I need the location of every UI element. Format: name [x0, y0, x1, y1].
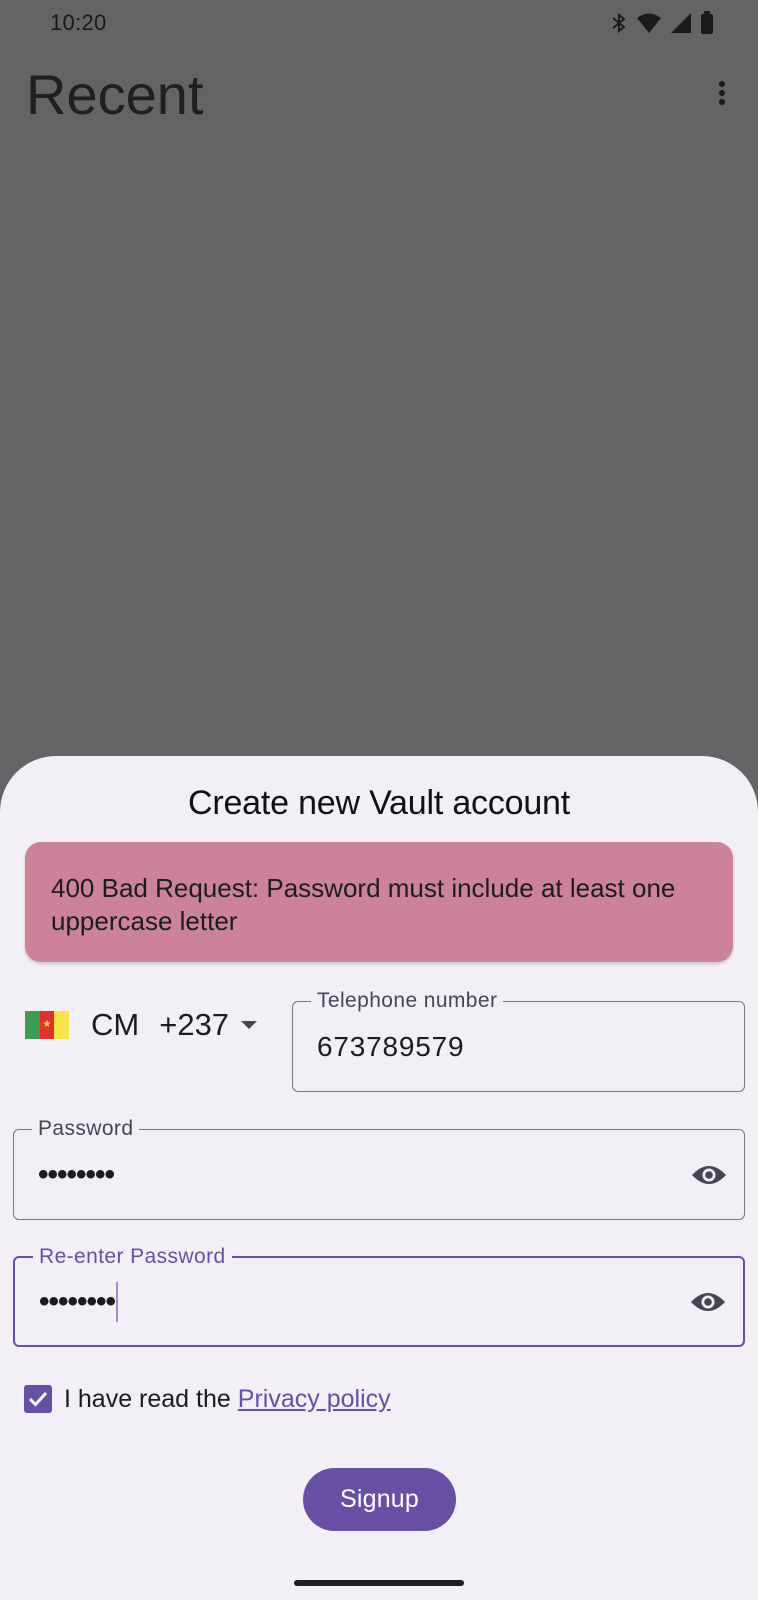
privacy-consent: I have read the Privacy policy: [24, 1384, 391, 1414]
signup-bottom-sheet: Create new Vault account 400 Bad Request…: [0, 756, 758, 1600]
reenter-password-value-wrap: ••••••••: [39, 1258, 119, 1345]
privacy-policy-link[interactable]: Privacy policy: [238, 1385, 391, 1414]
status-bar: 10:20: [0, 0, 758, 46]
password-field[interactable]: Password ••••••••: [13, 1117, 745, 1220]
telephone-number-field[interactable]: Telephone number 673789579: [292, 989, 745, 1092]
consent-text: I have read the: [64, 1384, 231, 1413]
cameroon-flag-icon: ★: [25, 1011, 70, 1039]
battery-icon: [700, 11, 714, 35]
menu-dot: [719, 81, 725, 87]
check-icon: [28, 1391, 48, 1407]
menu-dot: [719, 99, 725, 105]
cellular-signal-icon: [670, 12, 692, 34]
dropdown-caret-icon: [241, 1021, 258, 1029]
telephone-number-value: 673789579: [317, 1030, 465, 1062]
status-icons: [610, 11, 714, 35]
visibility-eye-icon[interactable]: [690, 1156, 728, 1194]
error-banner: 400 Bad Request: Password must include a…: [25, 842, 733, 962]
sheet-title: Create new Vault account: [187, 784, 571, 822]
reenter-password-field[interactable]: Re-enter Password ••••••••: [13, 1245, 745, 1347]
more-vert-icon[interactable]: [710, 78, 734, 108]
visibility-eye-icon[interactable]: [689, 1283, 727, 1321]
text-cursor: [116, 1281, 119, 1322]
privacy-checkbox[interactable]: [24, 1385, 52, 1413]
home-indicator[interactable]: [294, 1580, 464, 1586]
page-title: Recent: [26, 63, 204, 126]
menu-dot: [719, 90, 725, 96]
country-picker[interactable]: ★ CM +237: [25, 1002, 258, 1048]
wifi-icon: [636, 12, 662, 34]
country-code: CM: [91, 1007, 140, 1042]
status-time: 10:20: [50, 10, 107, 35]
bluetooth-icon: [610, 11, 628, 35]
signup-button[interactable]: Signup: [303, 1468, 456, 1531]
password-value: ••••••••: [38, 1157, 115, 1191]
reenter-password-value: ••••••••: [39, 1284, 116, 1318]
dial-code: +237: [159, 1007, 230, 1042]
